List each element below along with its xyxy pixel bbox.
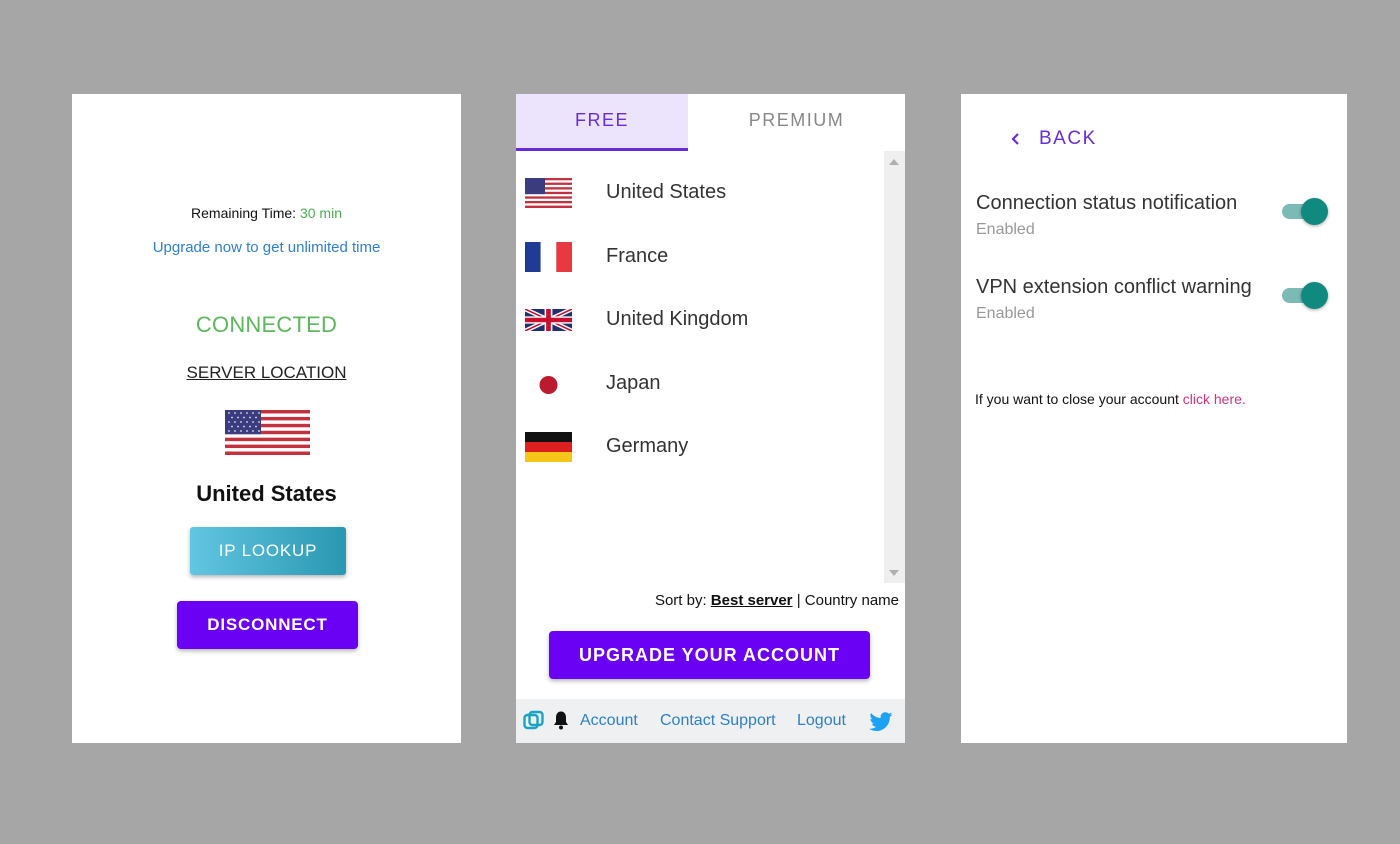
us-flag-icon [525,178,572,208]
country-name: United Kingdom [606,308,749,330]
de-flag-icon [525,432,572,462]
close-account-link[interactable]: click here. [1183,391,1246,407]
close-account-text: If you want to close your account click … [975,391,1246,407]
country-list-scrollbar[interactable] [884,151,905,583]
bell-icon[interactable] [552,710,570,730]
scroll-down-arrow-icon[interactable] [889,570,899,576]
ip-lookup-button[interactable]: IP LOOKUP [190,527,346,575]
disconnect-button[interactable]: DISCONNECT [177,601,358,649]
uk-flag-icon [525,309,572,331]
sort-best-server[interactable]: Best server [711,592,793,609]
app-logo-icon[interactable] [523,710,544,731]
tab-free[interactable]: FREE [516,94,688,151]
footer-account-link[interactable]: Account [580,712,638,730]
sort-country-name[interactable]: Country name [805,592,899,609]
country-item-japan[interactable]: Japan [516,352,884,416]
toggle-knob [1301,198,1328,225]
twitter-icon[interactable] [869,712,893,732]
country-list: United States France United Kingdom Japa… [516,161,884,479]
setting-connection-status-title: Connection status notification [976,192,1238,214]
fr-flag-icon [525,241,572,272]
chevron-left-icon[interactable] [1010,132,1022,146]
country-name: United States [606,181,727,203]
country-name: Japan [606,371,661,394]
close-account-label: If you want to close your account [975,391,1179,407]
sort-separator: | [796,592,801,609]
footer-bar: Account Contact Support Logout [516,699,905,743]
back-button[interactable]: BACK [1039,128,1097,150]
remaining-time-label: Remaining Time: [191,205,297,221]
country-item-united-states[interactable]: United States [516,161,884,225]
remaining-time-value: 30 min [299,205,342,221]
connection-status-toggle[interactable] [1281,197,1329,225]
upgrade-unlimited-link[interactable]: Upgrade now to get unlimited time [72,239,461,256]
jp-flag-icon [525,368,572,399]
us-flag-icon [225,410,310,455]
server-country-name: United States [196,481,337,506]
country-item-germany[interactable]: Germany [516,415,884,479]
toggle-knob [1301,282,1328,309]
footer-contact-support-link[interactable]: Contact Support [660,712,776,730]
upgrade-account-button[interactable]: UPGRADE YOUR ACCOUNT [549,631,870,679]
remaining-time: Remaining Time: 30 min [72,205,461,221]
footer-logout-link[interactable]: Logout [797,712,846,730]
setting-vpn-conflict-title: VPN extension conflict warning [976,276,1252,298]
server-list-panel: FREE PREMIUM United States France United… [516,94,905,743]
country-name: Germany [606,435,689,457]
sort-label: Sort by: [654,592,707,609]
sort-options: Sort by: Best server | Country name [655,592,899,609]
settings-panel: BACK Connection status notification Enab… [961,94,1347,743]
scroll-up-arrow-icon[interactable] [889,159,899,165]
connection-status-text: CONNECTED [195,312,338,337]
country-item-france[interactable]: France [516,225,884,289]
server-location-heading: SERVER LOCATION [186,363,347,382]
setting-vpn-conflict-value: Enabled [976,305,1035,322]
vpn-conflict-toggle[interactable] [1281,281,1329,309]
country-name: France [606,244,669,267]
connection-status-panel: Remaining Time: 30 min Upgrade now to ge… [72,94,461,743]
tab-premium[interactable]: PREMIUM [688,94,905,151]
setting-connection-status-value: Enabled [976,221,1035,238]
country-item-united-kingdom[interactable]: United Kingdom [516,288,884,352]
